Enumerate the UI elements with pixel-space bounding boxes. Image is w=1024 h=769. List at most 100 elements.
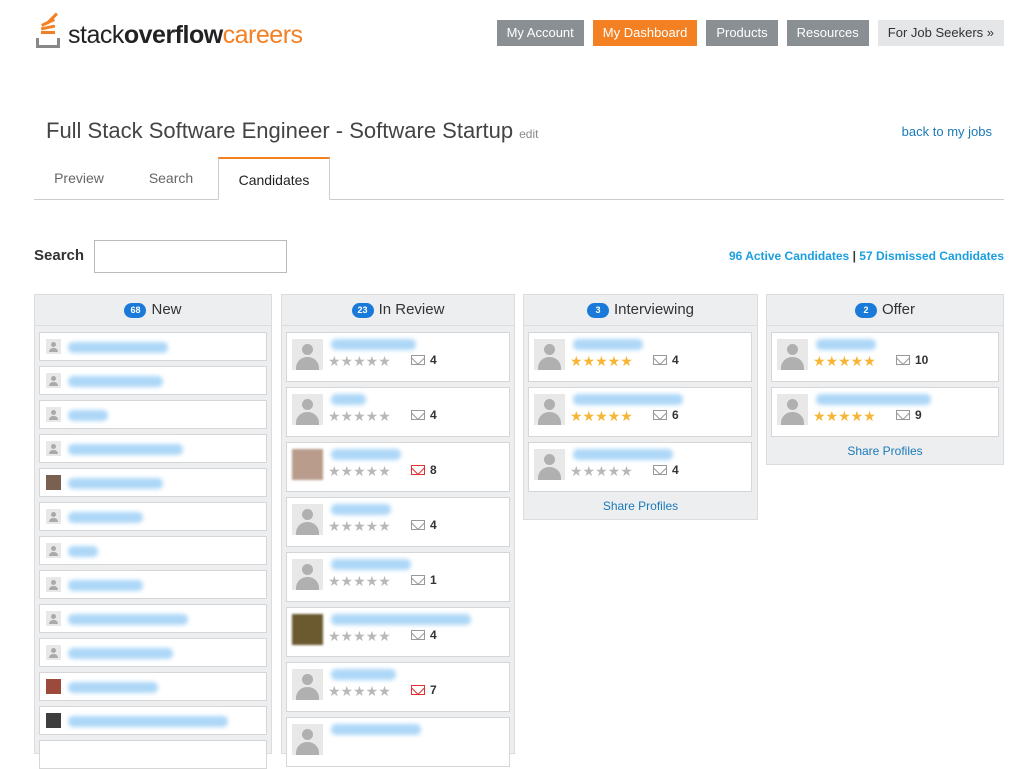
- count-badge: 2: [854, 303, 877, 318]
- column-header-in-review: 23 In Review: [282, 295, 514, 326]
- tab-search[interactable]: Search: [126, 157, 216, 199]
- message-count: 4: [672, 353, 679, 367]
- rating-stars[interactable]: ★★★★★: [328, 408, 391, 424]
- avatar: [46, 679, 61, 694]
- rating-stars[interactable]: ★★★★★: [813, 353, 876, 369]
- job-title: Full Stack Software Engineer - Software …: [46, 118, 539, 143]
- candidate-counts: 96 Active Candidates | 57 Dismissed Cand…: [728, 249, 1004, 263]
- list-item[interactable]: [39, 604, 267, 633]
- share-profiles-link[interactable]: Share Profiles: [767, 444, 1003, 458]
- avatar: [292, 669, 323, 700]
- mail-icon[interactable]: [411, 410, 425, 420]
- rating-stars[interactable]: ★★★★★: [813, 408, 876, 424]
- list-item[interactable]: [39, 706, 267, 735]
- candidate-card[interactable]: ★★★★★ 4: [286, 332, 510, 382]
- mail-icon[interactable]: [896, 355, 910, 365]
- stackoverflow-careers-logo[interactable]: stackoverflowcareers: [34, 10, 303, 50]
- avatar: [292, 394, 323, 425]
- mail-icon[interactable]: [411, 355, 425, 365]
- list-item[interactable]: [39, 502, 267, 531]
- candidate-card[interactable]: ★★★★★ 4: [286, 497, 510, 547]
- message-count: 10: [915, 353, 929, 367]
- list-item[interactable]: [39, 332, 267, 361]
- avatar: [777, 394, 808, 425]
- search-input[interactable]: [94, 240, 287, 273]
- message-count: 6: [672, 408, 679, 422]
- column-header-new: 68 New: [35, 295, 271, 326]
- candidate-card[interactable]: [286, 717, 510, 767]
- rating-stars[interactable]: ★★★★★: [570, 353, 633, 369]
- avatar: [46, 713, 61, 728]
- column-in-review: 23 In Review ★★★★★ 4 ★★★★★ 4 ★★★★★ 8 ★★★★★ 4 …: [281, 294, 515, 767]
- list-item[interactable]: [39, 672, 267, 701]
- my-account-button[interactable]: My Account: [496, 20, 584, 46]
- mail-icon[interactable]: [411, 685, 425, 695]
- resources-button[interactable]: Resources: [786, 20, 869, 46]
- rating-stars[interactable]: ★★★★★: [570, 463, 633, 479]
- dismissed-candidates-link[interactable]: 57 Dismissed Candidates: [859, 249, 1004, 263]
- column-new: 68 New: [34, 294, 272, 769]
- list-item[interactable]: [39, 536, 267, 565]
- for-job-seekers-button[interactable]: For Job Seekers »: [877, 20, 1004, 46]
- rating-stars[interactable]: ★★★★★: [328, 353, 391, 369]
- candidate-card[interactable]: ★★★★★ 1: [286, 552, 510, 602]
- mail-icon[interactable]: [896, 410, 910, 420]
- candidate-card[interactable]: ★★★★★ 6: [528, 387, 752, 437]
- my-dashboard-button[interactable]: My Dashboard: [592, 20, 698, 46]
- message-count: 7: [430, 683, 437, 697]
- back-to-my-jobs-link[interactable]: back to my jobs: [902, 124, 992, 139]
- candidate-card[interactable]: ★★★★★ 4: [286, 387, 510, 437]
- mail-icon[interactable]: [653, 355, 667, 365]
- candidate-card[interactable]: ★★★★★ 4: [528, 332, 752, 382]
- tab-preview[interactable]: Preview: [34, 157, 124, 199]
- mail-icon[interactable]: [653, 410, 667, 420]
- avatar: [292, 559, 323, 590]
- avatar: [46, 611, 61, 626]
- rating-stars[interactable]: ★★★★★: [328, 628, 391, 644]
- avatar: [46, 645, 61, 660]
- mail-icon[interactable]: [411, 465, 425, 475]
- rating-stars[interactable]: ★★★★★: [328, 518, 391, 534]
- avatar: [46, 407, 61, 422]
- count-badge: 3: [586, 303, 609, 318]
- message-count: 4: [430, 353, 437, 367]
- list-item[interactable]: [39, 570, 267, 599]
- avatar: [777, 339, 808, 370]
- avatar: [46, 373, 61, 388]
- avatar: [292, 724, 323, 755]
- share-profiles-link[interactable]: Share Profiles: [524, 499, 757, 513]
- list-item[interactable]: [39, 366, 267, 395]
- message-count: 8: [430, 463, 437, 477]
- candidate-card[interactable]: ★★★★★ 4: [286, 607, 510, 657]
- active-candidates-link[interactable]: 96 Active Candidates: [729, 249, 849, 263]
- rating-stars[interactable]: ★★★★★: [570, 408, 633, 424]
- list-item[interactable]: [39, 740, 267, 769]
- avatar: [46, 577, 61, 592]
- mail-icon[interactable]: [653, 465, 667, 475]
- mail-icon[interactable]: [411, 630, 425, 640]
- mail-icon[interactable]: [411, 575, 425, 585]
- rating-stars[interactable]: ★★★★★: [328, 683, 391, 699]
- count-badge: 23: [351, 303, 374, 318]
- candidate-card[interactable]: ★★★★★ 8: [286, 442, 510, 492]
- logo-text: stackoverflowcareers: [68, 21, 303, 49]
- list-item[interactable]: [39, 468, 267, 497]
- avatar: [46, 509, 61, 524]
- candidate-card[interactable]: ★★★★★ 10: [771, 332, 999, 382]
- edit-link[interactable]: edit: [519, 127, 538, 141]
- rating-stars[interactable]: ★★★★★: [328, 463, 391, 479]
- avatar: [534, 449, 565, 480]
- candidate-card[interactable]: ★★★★★ 7: [286, 662, 510, 712]
- tab-candidates[interactable]: Candidates: [218, 157, 330, 200]
- candidate-card[interactable]: ★★★★★ 4: [528, 442, 752, 492]
- message-count: 4: [672, 463, 679, 477]
- list-item[interactable]: [39, 434, 267, 463]
- search-label: Search: [34, 247, 85, 264]
- candidate-card[interactable]: ★★★★★ 9: [771, 387, 999, 437]
- list-item[interactable]: [39, 638, 267, 667]
- products-button[interactable]: Products: [706, 20, 778, 46]
- list-item[interactable]: [39, 400, 267, 429]
- mail-icon[interactable]: [411, 520, 425, 530]
- avatar: [292, 449, 323, 480]
- rating-stars[interactable]: ★★★★★: [328, 573, 391, 589]
